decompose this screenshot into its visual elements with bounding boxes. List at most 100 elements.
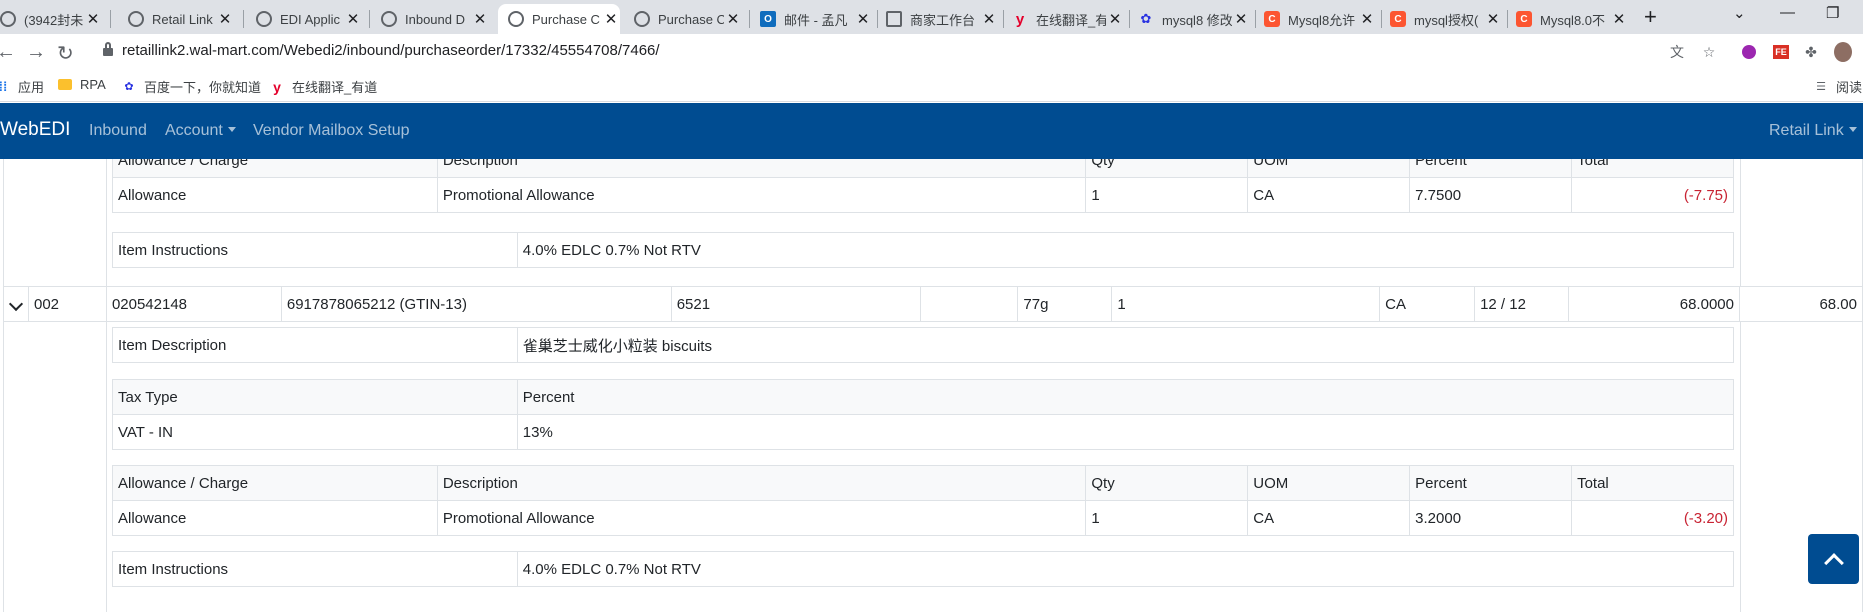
- back-to-top-button[interactable]: [1808, 534, 1859, 584]
- nav-inbound[interactable]: Inbound: [89, 122, 147, 140]
- browser-tab[interactable]: Purchase C ✕: [634, 4, 742, 34]
- address-bar[interactable]: retaillink2.wal-mart.com/Webedi2/inbound…: [122, 42, 660, 59]
- column-header: Percent: [516, 379, 1735, 415]
- close-icon[interactable]: ✕: [1358, 10, 1376, 28]
- browser-tab-active[interactable]: Purchase C ✕: [498, 4, 620, 34]
- lock-icon[interactable]: [103, 42, 113, 58]
- item-description: 雀巢芝士威化小粒装 biscuits: [516, 327, 1735, 363]
- browser-tab[interactable]: C Mysql8允许 ✕: [1264, 4, 1376, 34]
- table-header-row: Allowance / Charge Description Qty UOM P…: [112, 465, 1734, 501]
- nav-account-dropdown[interactable]: Account: [165, 122, 236, 140]
- table-header-row: Tax Type Percent: [112, 379, 1735, 415]
- column-header: Description: [436, 159, 1087, 178]
- globe-icon: [381, 11, 397, 27]
- column-header: Allowance / Charge: [112, 159, 438, 178]
- close-icon[interactable]: ✕: [1106, 10, 1124, 28]
- tax-table: Tax Type Percent VAT - IN 13%: [112, 379, 1735, 450]
- table-row: Item Instructions 4.0% EDLC 0.7% Not RTV: [112, 232, 1735, 268]
- close-icon[interactable]: ✕: [602, 10, 620, 28]
- table-row: Allowance Promotional Allowance 1 CA 3.2…: [112, 500, 1734, 536]
- browser-tab[interactable]: Inbound D ✕: [381, 4, 489, 34]
- uom: CA: [1379, 286, 1476, 322]
- restore-button[interactable]: ❐: [1826, 4, 1839, 22]
- allowance-total: (-3.20): [1571, 500, 1734, 536]
- quantity: 1: [1111, 286, 1381, 322]
- bookmark-apps[interactable]: ⁞⁞ 应用: [0, 77, 44, 96]
- star-icon[interactable]: ☆: [1700, 43, 1718, 61]
- table-row: VAT - IN 13%: [112, 414, 1735, 450]
- unit-cost: 68.0000: [1679, 295, 1734, 313]
- caret-down-icon: [227, 127, 236, 132]
- close-icon[interactable]: ✕: [854, 10, 872, 28]
- bookmark-youdao[interactable]: y 在线翻译_有道: [270, 77, 377, 96]
- baidu-icon: ✿: [124, 81, 134, 93]
- column-header: Total: [1571, 465, 1734, 501]
- nav-retail-link-dropdown[interactable]: Retail Link: [1769, 122, 1857, 140]
- youdao-icon: y: [1015, 10, 1025, 28]
- globe-icon: [508, 11, 524, 27]
- new-tab-button[interactable]: +: [1644, 4, 1657, 30]
- extension-icon[interactable]: [1740, 43, 1758, 61]
- bookmark-baidu[interactable]: ✿ 百度一下，你就知道: [122, 77, 261, 96]
- item-instructions-table: Item Instructions 4.0% EDLC 0.7% Not RTV: [112, 551, 1735, 587]
- reload-button[interactable]: ↻: [57, 41, 74, 66]
- translate-icon[interactable]: 文: [1668, 43, 1686, 61]
- nav-vendor-mailbox-setup[interactable]: Vendor Mailbox Setup: [253, 122, 410, 140]
- csdn-icon: C: [1516, 11, 1532, 27]
- table-row: Item Instructions 4.0% EDLC 0.7% Not RTV: [112, 551, 1735, 587]
- extension-icon[interactable]: FE: [1772, 43, 1790, 61]
- csdn-icon: C: [1390, 11, 1406, 27]
- reading-list[interactable]: ☰ 阅读: [1814, 77, 1862, 96]
- tab-search-button[interactable]: ⌄: [1733, 4, 1746, 22]
- close-icon[interactable]: ✕: [344, 10, 362, 28]
- browser-tab[interactable]: y 在线翻译_有 ✕: [1012, 4, 1124, 34]
- baidu-icon: ✿: [1140, 11, 1152, 26]
- brand-logo[interactable]: WebEDI: [0, 119, 70, 141]
- youdao-icon: y: [273, 78, 281, 95]
- back-button[interactable]: ←: [0, 41, 16, 64]
- globe-icon: [634, 11, 650, 27]
- bookmarks-bar: ⁞⁞ 应用 RPA ✿ 百度一下，你就知道 y 在线翻译_有道 ☰ 阅读: [0, 72, 1863, 102]
- browser-tab[interactable]: ✿ mysql8 修改 ✕: [1138, 4, 1250, 34]
- browser-tab[interactable]: C Mysql8.0不 ✕: [1516, 4, 1628, 34]
- close-icon[interactable]: ✕: [216, 10, 234, 28]
- puzzle-icon[interactable]: ✤: [1802, 43, 1820, 61]
- allowance-charge-table: Allowance / Charge Description Qty UOM P…: [112, 159, 1734, 213]
- extended-cost: 68.00: [1738, 286, 1863, 322]
- color: [919, 286, 1019, 322]
- table-row: Item Description 雀巢芝士威化小粒装 biscuits: [112, 327, 1735, 363]
- browser-tab[interactable]: O 邮件 - 孟凡 ✕: [760, 4, 872, 34]
- avatar[interactable]: [1834, 42, 1852, 62]
- browser-tab[interactable]: C mysql授权( ✕: [1390, 4, 1502, 34]
- expand-row-button[interactable]: [3, 286, 29, 322]
- chevron-up-icon: [1823, 553, 1844, 573]
- column-header: Percent: [1409, 465, 1573, 501]
- table-row: Allowance Promotional Allowance 1 CA 7.7…: [112, 177, 1734, 213]
- caret-down-icon: [1848, 127, 1857, 132]
- size: 77g: [1017, 286, 1113, 322]
- table-header-row: Allowance / Charge Description Qty UOM P…: [112, 159, 1734, 178]
- item-number: 020542148: [105, 286, 282, 322]
- close-icon[interactable]: ✕: [471, 10, 489, 28]
- bookmark-folder[interactable]: RPA: [58, 77, 106, 92]
- close-icon[interactable]: ✕: [724, 10, 742, 28]
- close-icon[interactable]: ✕: [84, 10, 102, 28]
- gtin: 6917878065212 (GTIN-13): [280, 286, 672, 322]
- browser-tab[interactable]: 商家工作台 ✕: [886, 4, 998, 34]
- browser-tab[interactable]: EDI Applic ✕: [256, 4, 362, 34]
- minimize-button[interactable]: —: [1780, 4, 1795, 21]
- chevron-down-icon: [8, 296, 24, 311]
- close-icon[interactable]: ✕: [1232, 10, 1250, 28]
- browser-tab[interactable]: Retail Link ✕: [128, 4, 234, 34]
- browser-tab[interactable]: (3942封未 ✕: [0, 4, 102, 34]
- browser-toolbar: ← → ↻ retaillink2.wal-mart.com/Webedi2/i…: [0, 34, 1863, 72]
- close-icon[interactable]: ✕: [1610, 10, 1628, 28]
- pack: 12 / 12 68.0000: [1474, 286, 1740, 322]
- reading-list-icon: ☰: [1816, 81, 1826, 93]
- forward-button[interactable]: →: [26, 41, 46, 64]
- column-header: UOM: [1247, 465, 1411, 501]
- close-icon[interactable]: ✕: [1484, 10, 1502, 28]
- close-icon[interactable]: ✕: [980, 10, 998, 28]
- line-number: 002: [27, 286, 107, 322]
- apps-icon: ⁞⁞: [0, 79, 8, 94]
